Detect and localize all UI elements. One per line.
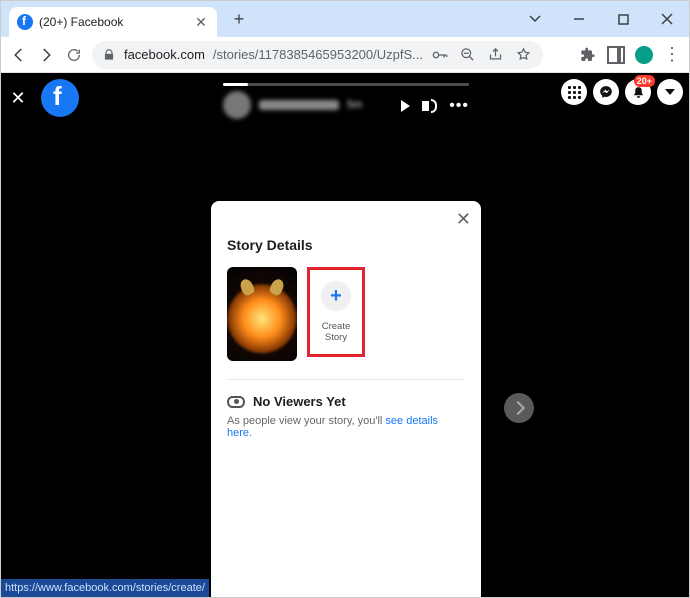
volume-button[interactable] xyxy=(422,99,437,113)
chrome-menu-button[interactable]: ⋮ xyxy=(663,46,681,64)
story-thumbnails: + Create Story xyxy=(227,267,465,361)
omnibox-actions xyxy=(431,46,533,64)
messenger-button[interactable] xyxy=(593,79,619,105)
window-dropdown-button[interactable] xyxy=(513,1,557,37)
browser-titlebar: (20+) Facebook ✕ + xyxy=(1,1,689,37)
lock-icon xyxy=(102,48,116,62)
story-controls: ••• xyxy=(401,97,469,115)
modal-close-button[interactable]: ✕ xyxy=(456,209,471,230)
viewers-title: No Viewers Yet xyxy=(253,394,346,409)
profile-avatar-button[interactable] xyxy=(635,46,653,64)
viewers-subtext: As people view your story, you'll see de… xyxy=(227,415,465,439)
viewers-heading: No Viewers Yet xyxy=(227,394,465,409)
extensions-button[interactable] xyxy=(579,46,597,64)
play-button[interactable] xyxy=(401,100,410,112)
divider xyxy=(227,379,465,380)
sound-wave-icon xyxy=(431,99,437,113)
extension-lines-icon[interactable] xyxy=(551,46,569,64)
eye-icon xyxy=(227,396,245,408)
story-author-avatar[interactable] xyxy=(223,91,251,119)
plus-icon: + xyxy=(321,281,351,311)
notification-badge: 20+ xyxy=(634,75,655,87)
nav-back-button[interactable] xyxy=(9,43,29,67)
tab-title: (20+) Facebook xyxy=(39,15,187,29)
url-host: facebook.com xyxy=(124,47,205,62)
menu-grid-button[interactable] xyxy=(561,79,587,105)
nav-reload-button[interactable] xyxy=(64,43,84,67)
window-minimize-button[interactable] xyxy=(557,1,601,37)
new-tab-button[interactable]: + xyxy=(225,5,253,33)
modal-title: Story Details xyxy=(227,237,465,253)
zoom-icon[interactable] xyxy=(459,46,477,64)
browser-tab[interactable]: (20+) Facebook ✕ xyxy=(9,7,217,37)
fb-top-left: ✕ xyxy=(7,79,79,117)
create-story-button[interactable]: + Create Story xyxy=(307,267,365,357)
share-icon[interactable] xyxy=(487,46,505,64)
create-story-label: Create Story xyxy=(310,321,362,343)
address-bar[interactable]: facebook.com/stories/1178385465953200/Uz… xyxy=(92,41,543,69)
next-story-button[interactable] xyxy=(504,393,534,423)
notifications-button[interactable]: 20+ xyxy=(625,79,651,105)
chevron-down-icon xyxy=(665,89,675,95)
story-thumbnail[interactable] xyxy=(227,267,297,361)
account-menu-button[interactable] xyxy=(657,79,683,105)
password-key-icon[interactable] xyxy=(431,46,449,64)
story-stage: 5m ••• xyxy=(211,73,481,201)
story-details-modal: ✕ Story Details + Create Story No Viewer… xyxy=(211,201,481,597)
status-bar-link: https://www.facebook.com/stories/create/ xyxy=(1,579,209,597)
extensions-row: ⋮ xyxy=(551,46,681,64)
grid-icon xyxy=(568,86,581,99)
side-panel-icon xyxy=(607,46,625,64)
window-controls xyxy=(513,1,689,37)
viewers-sub-suffix: . xyxy=(249,427,252,439)
story-close-button[interactable]: ✕ xyxy=(7,87,29,109)
url-path: /stories/1178385465953200/UzpfS... xyxy=(213,47,423,62)
story-options-button[interactable]: ••• xyxy=(449,97,469,115)
nav-forward-button[interactable] xyxy=(37,43,57,67)
story-progress-bar[interactable] xyxy=(223,83,469,86)
facebook-logo-icon[interactable] xyxy=(41,79,79,117)
browser-toolbar: facebook.com/stories/1178385465953200/Uz… xyxy=(1,37,689,73)
messenger-icon xyxy=(599,85,613,99)
story-time: 5m xyxy=(347,99,362,111)
window-close-button[interactable] xyxy=(645,1,689,37)
story-author-name[interactable] xyxy=(259,100,339,110)
facebook-favicon-icon xyxy=(17,14,33,30)
bell-icon xyxy=(632,86,645,99)
bookmark-star-icon[interactable] xyxy=(515,46,533,64)
page-content: ✕ 20+ 5m xyxy=(1,73,689,597)
window-maximize-button[interactable] xyxy=(601,1,645,37)
side-panel-button[interactable] xyxy=(607,46,625,64)
viewers-sub-prefix: As people view your story, you'll xyxy=(227,415,385,427)
fb-top-right: 20+ xyxy=(561,79,683,105)
tab-close-button[interactable]: ✕ xyxy=(193,14,209,30)
speaker-icon xyxy=(422,101,429,111)
